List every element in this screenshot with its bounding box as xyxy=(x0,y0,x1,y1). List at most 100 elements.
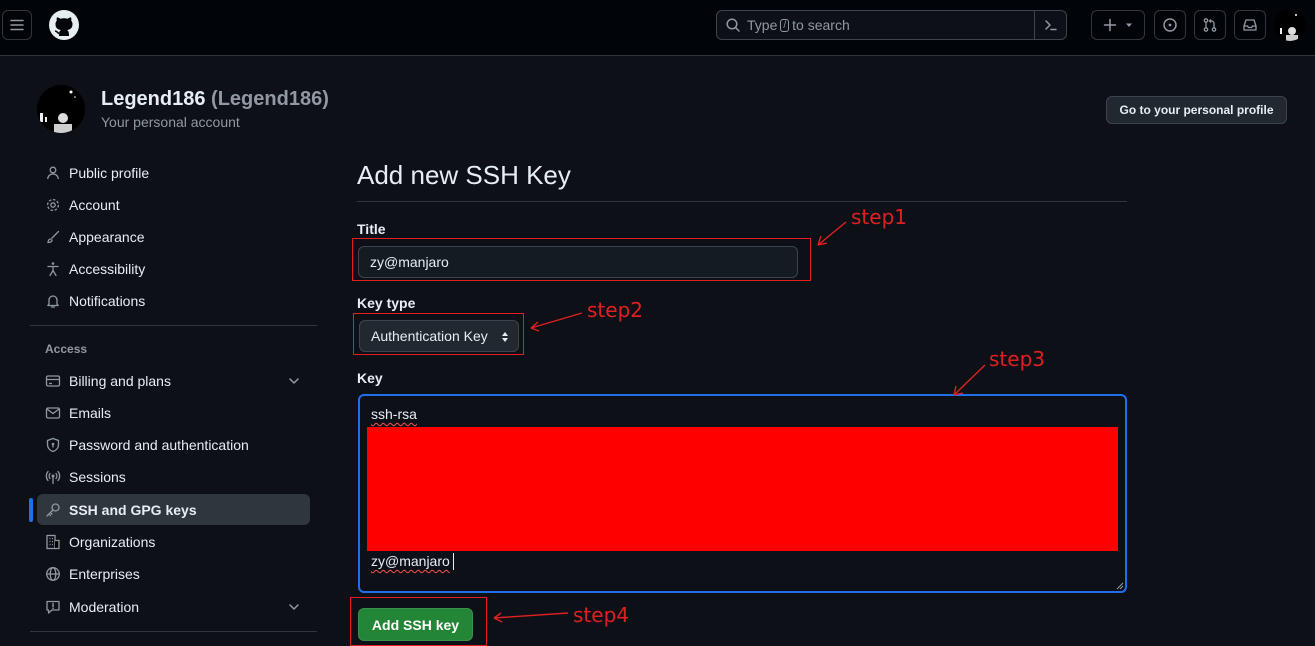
step3-label: step3 xyxy=(989,347,1045,371)
step2-highlight-box xyxy=(353,313,524,355)
step1-label: step1 xyxy=(851,205,907,229)
sidebar-item-label: Emails xyxy=(69,404,112,421)
step3-arrow xyxy=(953,364,986,396)
paintbrush-icon xyxy=(47,230,60,243)
step2-label: step2 xyxy=(587,298,643,322)
issues-button[interactable] xyxy=(1154,10,1186,40)
sidebar-item-label: SSH and GPG keys xyxy=(69,501,197,518)
sidebar-item-ssh-gpg-keys[interactable]: SSH and GPG keys xyxy=(37,494,310,525)
step4-arrowhead xyxy=(493,612,503,623)
key-text-end: zy@manjaro xyxy=(371,553,450,569)
sidebar-item-label: Organizations xyxy=(69,533,156,550)
key-icon xyxy=(46,502,60,517)
sidebar-item-password-authentication[interactable]: Password and authentication xyxy=(37,429,310,460)
redaction-block xyxy=(367,427,1118,551)
key-label: Key xyxy=(357,370,383,386)
title-label: Title xyxy=(357,221,386,237)
sidebar-item-public-profile[interactable]: Public profile xyxy=(37,157,310,188)
step1-arrow xyxy=(817,221,847,246)
sidebar-item-label: Accessibility xyxy=(69,260,146,277)
broadcast-icon xyxy=(45,470,61,484)
shield-lock-icon xyxy=(46,437,60,452)
sidebar-item-label: Notifications xyxy=(69,292,146,309)
key-type-label: Key type xyxy=(357,295,416,311)
sidebar-item-label: Account xyxy=(69,196,120,213)
sidebar-item-label: Public profile xyxy=(69,164,150,181)
sidebar-item-moderation[interactable]: Moderation xyxy=(37,591,310,622)
issue-opened-icon xyxy=(1163,18,1177,32)
globe-icon xyxy=(46,566,60,581)
sidebar-item-label: Password and authentication xyxy=(69,436,249,453)
github-logo-icon[interactable] xyxy=(48,9,80,41)
page-title: Add new SSH Key xyxy=(357,160,571,190)
inbox-button[interactable] xyxy=(1234,10,1266,40)
chevron-down-icon[interactable] xyxy=(286,373,302,389)
command-palette-button[interactable] xyxy=(1034,11,1066,39)
account-subtitle: Your personal account xyxy=(101,114,240,130)
sidebar-item-label: Sessions xyxy=(69,468,126,485)
sidebar-item-label: Appearance xyxy=(69,228,145,245)
account-avatar xyxy=(37,85,85,133)
sidebar-item-accessibility[interactable]: Accessibility xyxy=(37,253,310,284)
mail-icon xyxy=(45,406,61,419)
top-header: Type / to search xyxy=(0,0,1315,56)
user-avatar-menu[interactable] xyxy=(1274,9,1306,41)
chevron-down-icon[interactable] xyxy=(286,599,302,615)
title-divider xyxy=(357,201,1127,202)
avatar-image xyxy=(37,85,85,133)
search-placeholder: Type / to search xyxy=(747,17,850,33)
pull-requests-button[interactable] xyxy=(1194,10,1226,40)
key-textarea[interactable]: ssh-rsa zy@manjaro xyxy=(358,394,1127,593)
report-icon xyxy=(46,600,60,614)
plus-icon xyxy=(1103,18,1117,32)
organization-icon xyxy=(46,534,60,549)
text-caret xyxy=(453,553,454,570)
search-shortcut-key: / xyxy=(780,18,790,32)
step4-label: step4 xyxy=(573,603,629,627)
bell-icon xyxy=(47,294,59,308)
hamburger-icon xyxy=(10,19,24,31)
step1-highlight-box xyxy=(352,238,811,281)
sidebar-item-label: Enterprises xyxy=(69,565,140,582)
account-name: Legend186 (Legend186) xyxy=(101,88,329,111)
triangle-down-icon xyxy=(1126,23,1132,27)
step4-arrow xyxy=(493,612,569,619)
credit-card-icon xyxy=(45,374,61,387)
step2-arrowhead xyxy=(530,321,540,332)
sidebar-item-appearance[interactable]: Appearance xyxy=(37,221,310,252)
git-pull-request-icon xyxy=(1203,18,1217,32)
sidebar-heading-access: Access xyxy=(45,342,88,356)
menu-button[interactable] xyxy=(2,10,32,40)
create-new-button[interactable] xyxy=(1091,10,1145,40)
sidebar-item-billing[interactable]: Billing and plans xyxy=(37,365,310,396)
sidebar-item-organizations[interactable]: Organizations xyxy=(37,526,310,557)
resize-handle-icon[interactable] xyxy=(1116,582,1124,590)
accessibility-icon xyxy=(47,261,59,276)
search-suffix: to search xyxy=(792,17,850,33)
sidebar-item-label: Billing and plans xyxy=(69,372,171,389)
search-prefix: Type xyxy=(747,17,778,33)
account-login: (Legend186) xyxy=(211,88,329,110)
sidebar-divider xyxy=(30,631,317,632)
search-input[interactable]: Type / to search xyxy=(716,10,1067,40)
active-indicator xyxy=(29,498,33,522)
avatar-image xyxy=(1274,9,1306,41)
step1-arrowhead xyxy=(817,235,828,246)
inbox-icon xyxy=(1243,19,1257,31)
key-text-start: ssh-rsa xyxy=(371,406,417,422)
sidebar-item-account[interactable]: Account xyxy=(37,189,310,220)
search-icon xyxy=(726,18,740,32)
sidebar-item-emails[interactable]: Emails xyxy=(37,397,310,428)
account-display-name: Legend186 xyxy=(101,88,206,110)
sidebar-divider xyxy=(30,325,317,326)
step4-highlight-box xyxy=(350,597,487,646)
sidebar-item-notifications[interactable]: Notifications xyxy=(37,285,310,316)
gear-icon xyxy=(46,198,60,211)
sidebar-item-enterprises[interactable]: Enterprises xyxy=(37,558,310,589)
terminal-icon xyxy=(1044,20,1057,31)
step2-arrow xyxy=(530,312,583,329)
go-to-profile-button[interactable]: Go to your personal profile xyxy=(1106,96,1287,124)
sidebar-item-label: Moderation xyxy=(69,598,140,615)
sidebar-item-sessions[interactable]: Sessions xyxy=(37,461,310,492)
person-icon xyxy=(47,166,59,179)
